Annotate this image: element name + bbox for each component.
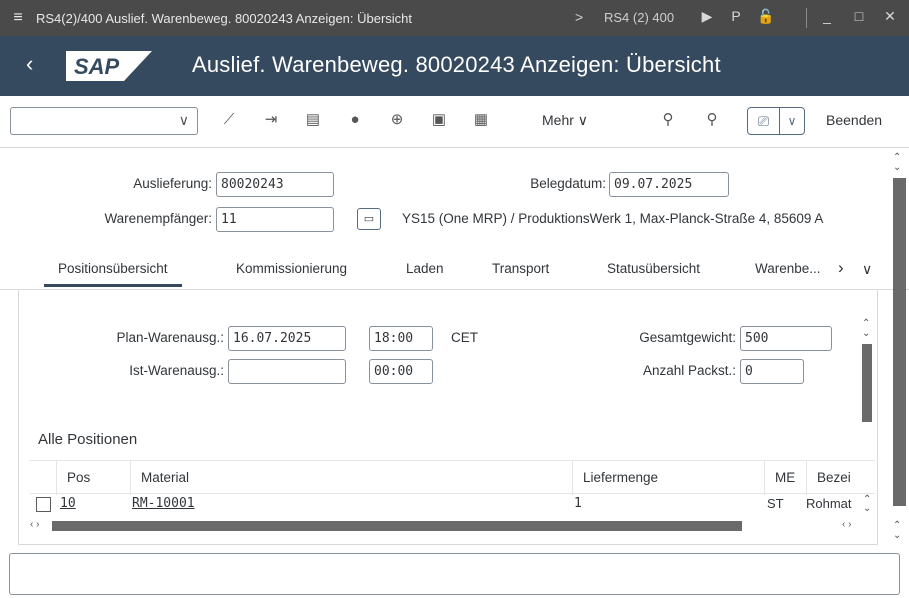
doc-date-field[interactable]: 09.07.2025 [609, 172, 729, 197]
page-scroll-down2-icon[interactable]: ⌄ [893, 530, 901, 541]
pos-cell[interactable]: 10 [60, 496, 76, 511]
play-icon[interactable]: ▶ [698, 7, 716, 25]
title-bar-divider [806, 8, 807, 28]
hat-icon[interactable]: ● [344, 109, 366, 131]
section-title: Alle Positionen [38, 431, 138, 448]
panel-scrollbar-thumb[interactable] [862, 344, 872, 422]
tab-item-overview[interactable]: Positionsübersicht [44, 261, 182, 287]
command-field[interactable]: ∨ [10, 107, 198, 135]
column-header-material[interactable]: Material [130, 461, 572, 495]
column-header-uom[interactable]: ME [764, 461, 806, 495]
minimize-icon[interactable]: _ [818, 7, 836, 25]
grid-icon[interactable]: ▦ [470, 109, 492, 131]
window-title-bar: ≡ RS4(2)/400 Auslief. Warenbeweg. 800202… [0, 0, 909, 36]
horizontal-scrollbar-thumb[interactable] [52, 521, 742, 531]
total-weight-field[interactable]: 500 [740, 326, 832, 351]
tab-picking[interactable]: Kommissionierung [236, 261, 347, 284]
back-icon[interactable]: ‹ [26, 51, 33, 77]
tab-status-overview[interactable]: Statusübersicht [607, 261, 700, 284]
table-horizontal-scrollbar[interactable]: ‹ › ‹ › [30, 519, 875, 531]
row-select-checkbox[interactable] [36, 497, 51, 512]
hamburger-menu-icon[interactable]: ≡ [0, 9, 36, 27]
toolbar: ∨ ⟋ ⇥ ▤ ● ⊕ ▣ ▦ Mehr ∨ ⚲ ⚲ ⎚ ∨ Beenden [0, 96, 909, 148]
ship-to-description: YS15 (One MRP) / ProduktionsWerk 1, Max-… [402, 211, 824, 226]
tab-next-icon[interactable]: › [838, 258, 844, 278]
screen-icon[interactable]: ⎚ [748, 108, 780, 134]
delivery-label: Auslieferung: [133, 176, 212, 191]
tab-goods-movement[interactable]: Warenbe... [755, 261, 821, 284]
title-separator: > [575, 9, 584, 25]
other-delivery-icon[interactable]: ⇥ [260, 109, 282, 131]
uom-cell: ST [767, 496, 784, 511]
document-icon[interactable]: ▤ [302, 109, 324, 131]
search-icon[interactable]: ⚲ [657, 109, 679, 131]
help-icon[interactable]: P [727, 7, 745, 25]
panel-scroll-down-icon[interactable]: ⌄ [862, 328, 870, 339]
act-gi-time-field[interactable]: 00:00 [369, 359, 433, 384]
main-content: Auslieferung: 80020243 Belegdatum: 09.07… [0, 148, 909, 548]
table-header: Pos Material Liefermenge ME Bezei [30, 460, 875, 495]
window-title: RS4(2)/400 Auslief. Warenbeweg. 80020243… [36, 10, 413, 26]
table-scroll-down-icon[interactable]: ⌄ [863, 503, 871, 514]
more-button[interactable]: Mehr ∨ [542, 112, 588, 129]
chevron-down-icon[interactable]: ∨ [179, 112, 189, 129]
column-header-quantity[interactable]: Liefermenge [572, 461, 764, 495]
exit-button[interactable]: Beenden [826, 112, 882, 128]
total-weight-label: Gesamtgewicht: [639, 330, 736, 345]
tab-list-icon[interactable]: ∨ [862, 261, 872, 278]
act-gi-date-field[interactable] [228, 359, 346, 384]
sap-logo: SAP [66, 51, 152, 81]
close-icon[interactable]: ✕ [881, 7, 899, 25]
column-header-pos[interactable]: Pos [56, 461, 130, 495]
plan-gi-date-field[interactable]: 16.07.2025 [228, 326, 346, 351]
unlock-icon[interactable]: 🔓 [757, 7, 775, 25]
status-bar[interactable] [9, 553, 900, 595]
svg-text:SAP: SAP [74, 54, 120, 79]
tab-strip: Positionsübersicht Kommissionierung Lade… [0, 254, 909, 290]
material-cell[interactable]: RM-10001 [132, 496, 195, 511]
table-row[interactable]: 10 RM-10001 1 ST Rohmat ⌃ ⌄ [30, 494, 875, 516]
header-details-icon[interactable]: ⊕ [386, 109, 408, 131]
chevron-down-icon[interactable]: ∨ [780, 108, 804, 134]
quantity-cell: 1 [574, 496, 582, 511]
timezone-label: CET [451, 330, 478, 345]
maximize-icon[interactable]: □ [850, 7, 868, 25]
plan-gi-label: Plan-Warenausg.: [116, 330, 224, 345]
description-cell: Rohmat [806, 496, 852, 511]
scroll-left-right-icon[interactable]: ‹ › [30, 519, 39, 530]
item-details-icon[interactable]: ▣ [428, 109, 450, 131]
ship-to-field[interactable]: 11 [216, 207, 334, 232]
display-change-icon[interactable]: ⟋ [218, 109, 240, 131]
tab-loading[interactable]: Laden [406, 261, 444, 284]
search-next-icon[interactable]: ⚲ [701, 109, 723, 131]
page-scrollbar-thumb[interactable] [893, 178, 906, 506]
column-header-description[interactable]: Bezei [806, 461, 875, 495]
plan-gi-time-field[interactable]: 18:00 [369, 326, 433, 351]
doc-date-label: Belegdatum: [530, 176, 606, 191]
address-icon[interactable]: ▭ [357, 208, 381, 230]
delivery-field[interactable]: 80020243 [216, 172, 334, 197]
table-col-scroll-icon[interactable]: ‹ › [842, 519, 851, 530]
app-header: ‹ SAP Auslief. Warenbeweg. 80020243 Anze… [0, 36, 909, 96]
ship-to-label: Warenempfänger: [104, 211, 212, 226]
packages-label: Anzahl Packst.: [642, 363, 736, 378]
customize-split-button[interactable]: ⎚ ∨ [747, 107, 805, 135]
page-scroll-down-icon[interactable]: ⌄ [893, 162, 901, 173]
packages-field[interactable]: 0 [740, 359, 804, 384]
act-gi-label: Ist-Warenausg.: [129, 363, 224, 378]
page-title: Auslief. Warenbeweg. 80020243 Anzeigen: … [192, 52, 721, 77]
tab-transport[interactable]: Transport [492, 261, 549, 284]
system-name: RS4 (2) 400 [604, 10, 675, 25]
